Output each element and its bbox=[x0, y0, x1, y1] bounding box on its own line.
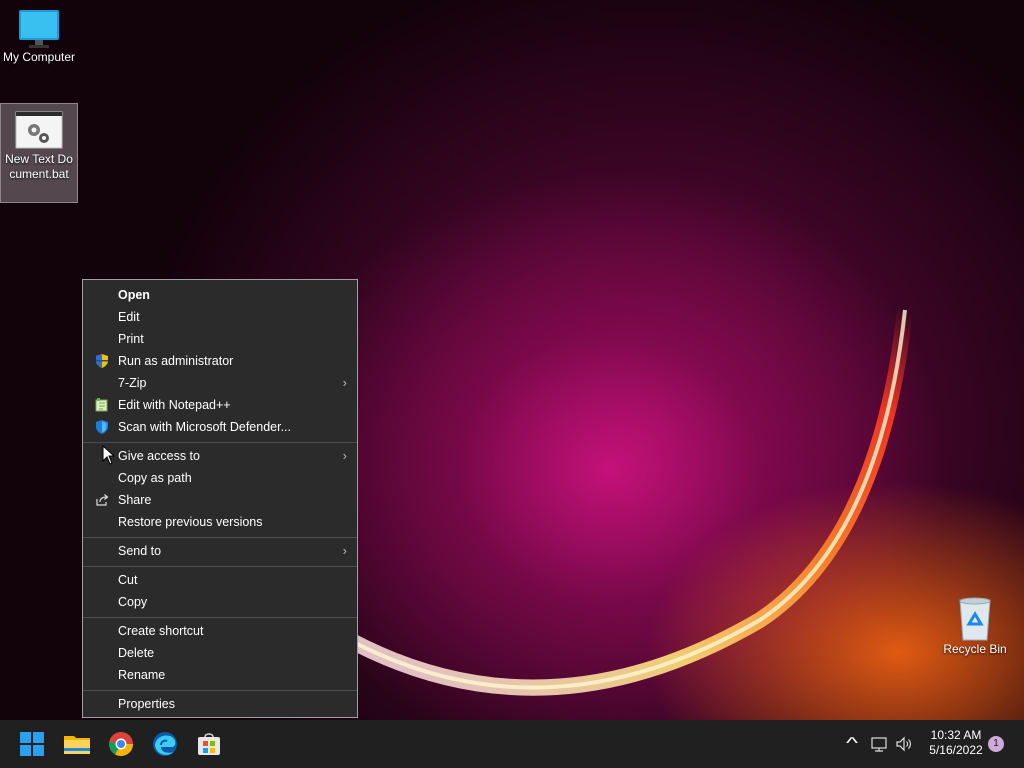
menu-item-label: Run as administrator bbox=[118, 354, 234, 368]
menu-separator bbox=[83, 537, 357, 538]
menu-item-label: Edit with Notepad++ bbox=[118, 398, 231, 412]
menu-item-copy[interactable]: Copy bbox=[85, 591, 355, 613]
volume-icon[interactable] bbox=[895, 735, 913, 753]
menu-item-print[interactable]: Print bbox=[85, 328, 355, 350]
notepadpp-icon bbox=[95, 398, 108, 412]
menu-item-label: Copy as path bbox=[118, 471, 192, 485]
uac-shield-icon bbox=[96, 354, 108, 368]
menu-item-scan-defender[interactable]: Scan with Microsoft Defender... bbox=[85, 416, 355, 438]
menu-item-label: Restore previous versions bbox=[118, 515, 263, 529]
edge-icon bbox=[153, 732, 177, 756]
desktop-icon-batch-file[interactable]: New Text Document.bat bbox=[0, 103, 78, 203]
taskbar-file-explorer[interactable] bbox=[61, 728, 93, 760]
menu-item-create-shortcut[interactable]: Create shortcut bbox=[85, 620, 355, 642]
taskbar-store[interactable] bbox=[193, 728, 225, 760]
menu-item-label: Create shortcut bbox=[118, 624, 204, 638]
defender-icon bbox=[96, 420, 108, 434]
taskbar-chrome[interactable] bbox=[105, 728, 137, 760]
menu-item-label: Open bbox=[118, 288, 150, 302]
desktop-icon-label: Recycle Bin bbox=[943, 642, 1007, 656]
menu-item-label: Scan with Microsoft Defender... bbox=[118, 420, 291, 434]
menu-item-label: Rename bbox=[118, 668, 166, 682]
recycle-bin-icon bbox=[959, 597, 991, 641]
menu-item-label: Cut bbox=[118, 573, 138, 587]
chevron-right-icon: › bbox=[342, 448, 347, 463]
network-icon[interactable] bbox=[870, 735, 888, 753]
menu-item-label: Copy bbox=[118, 595, 148, 609]
taskbar: ^ 10:32 AM 5/16/2022 bbox=[0, 720, 1024, 768]
desktop-icon-my-computer[interactable]: My Computer bbox=[0, 8, 78, 65]
menu-item-label: Send to bbox=[118, 544, 162, 558]
tray-overflow-chevron-up-icon[interactable]: ^ bbox=[838, 735, 867, 753]
menu-item-open[interactable]: Open bbox=[85, 284, 355, 306]
desktop-icon-label: New Text Document.bat bbox=[5, 152, 73, 181]
chevron-right-icon: › bbox=[342, 543, 347, 558]
desktop-icon-label: My Computer bbox=[2, 50, 76, 64]
menu-item-label: Delete bbox=[118, 646, 155, 660]
menu-item-rename[interactable]: Rename bbox=[85, 664, 355, 686]
notification-badge[interactable]: 1 bbox=[988, 736, 1004, 752]
menu-item-edit-notepadpp[interactable]: Edit with Notepad++ bbox=[85, 394, 355, 416]
menu-item-send-to[interactable]: Send to › bbox=[85, 540, 355, 562]
menu-item-edit[interactable]: Edit bbox=[85, 306, 355, 328]
menu-item-run-as-admin[interactable]: Run as administrator bbox=[85, 350, 355, 372]
tray-clock[interactable]: 10:32 AM 5/16/2022 bbox=[922, 728, 990, 758]
monitor-icon bbox=[19, 10, 59, 48]
menu-separator bbox=[83, 566, 357, 567]
taskbar-edge[interactable] bbox=[149, 728, 181, 760]
menu-item-label: Share bbox=[118, 493, 152, 507]
menu-item-give-access[interactable]: Give access to › bbox=[85, 445, 355, 467]
clock-date: 5/16/2022 bbox=[929, 743, 983, 757]
chrome-icon bbox=[109, 732, 133, 757]
menu-item-delete[interactable]: Delete bbox=[85, 642, 355, 664]
file-explorer-icon bbox=[64, 736, 90, 754]
menu-item-label: Give access to bbox=[118, 449, 200, 463]
menu-item-label: 7-Zip bbox=[118, 376, 147, 390]
start-icon bbox=[20, 732, 44, 756]
start-button[interactable] bbox=[16, 728, 48, 760]
share-icon bbox=[96, 494, 109, 506]
batch-file-icon bbox=[15, 111, 63, 149]
menu-item-7zip[interactable]: 7-Zip › bbox=[85, 372, 355, 394]
menu-item-label: Edit bbox=[118, 310, 140, 324]
store-icon bbox=[198, 733, 220, 755]
clock-time: 10:32 AM bbox=[930, 728, 982, 742]
menu-item-share[interactable]: Share bbox=[85, 489, 355, 511]
menu-separator bbox=[83, 690, 357, 691]
menu-item-label: Properties bbox=[118, 697, 175, 711]
menu-item-restore-versions[interactable]: Restore previous versions bbox=[85, 511, 355, 533]
menu-item-label: Print bbox=[118, 332, 144, 346]
context-menu: Open Edit Print Run as administrator 7-Z… bbox=[82, 279, 358, 718]
menu-separator bbox=[83, 442, 357, 443]
menu-item-cut[interactable]: Cut bbox=[85, 569, 355, 591]
desktop-icon-recycle-bin[interactable]: Recycle Bin bbox=[936, 596, 1014, 657]
menu-item-properties[interactable]: Properties bbox=[85, 693, 355, 715]
menu-separator bbox=[83, 617, 357, 618]
mouse-cursor-icon bbox=[102, 445, 116, 465]
chevron-right-icon: › bbox=[342, 375, 347, 390]
menu-item-copy-as-path[interactable]: Copy as path bbox=[85, 467, 355, 489]
